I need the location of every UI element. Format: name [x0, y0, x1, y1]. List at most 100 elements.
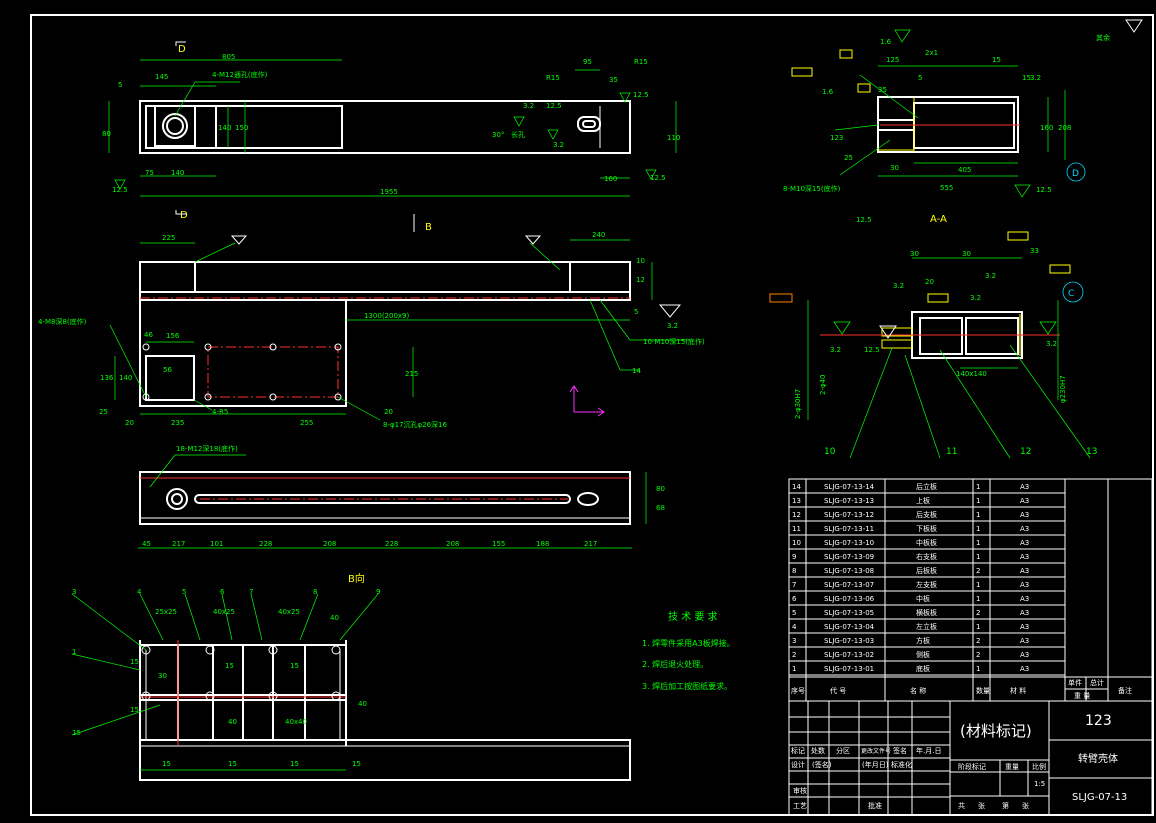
- bom-cell-qty-1: 1: [976, 665, 980, 673]
- dim-1955: 1955: [380, 188, 398, 196]
- cad-drawing: D 805 145 5 4-M12通孔(底作) 140 150 80 75 14…: [0, 0, 1156, 818]
- dim-101: 101: [210, 540, 223, 548]
- dim-80: 80: [102, 130, 111, 138]
- dim-15c: 15: [290, 662, 299, 670]
- aa-35: 35: [878, 86, 887, 94]
- circle-c: C: [1068, 289, 1074, 299]
- dim-40x25b: 40x25: [278, 608, 300, 616]
- bom-cell-mat-3: A3: [1020, 637, 1029, 645]
- c-2-phi30: 2-φ30H7: [794, 389, 802, 419]
- dim-12-5c: 12.5: [633, 91, 649, 99]
- dim-10: 10: [636, 257, 645, 265]
- dim-110: 110: [667, 134, 680, 142]
- tb-stage: 阶段标记: [958, 762, 986, 771]
- top-view: D 805 145 5 4-M12通孔(底作) 140 150 80 75 14…: [102, 41, 680, 221]
- bom-cell-name-1: 底板: [916, 664, 930, 673]
- c-2-phi40: 2-φ40: [819, 374, 827, 395]
- dim-3-2c: 3.2: [667, 322, 678, 330]
- bom-cell-name-14: 后立板: [916, 482, 937, 491]
- bom-header-code: 代 号: [830, 686, 846, 695]
- dim-20: 20: [125, 419, 134, 427]
- dim-8-phi17: 8-φ17沉孔φ26深16: [383, 420, 447, 429]
- dim-3-2a: 3.2: [523, 102, 534, 110]
- bom-cell-code-2: SLJG-07-13-02: [824, 651, 874, 659]
- aa-8-m10: 8-M10深15(底作): [783, 184, 841, 193]
- bom-header-mat: 材 料: [1010, 686, 1026, 695]
- bom-cell-code-9: SLJG-07-13-09: [824, 553, 874, 561]
- tb-change: 更改文件号: [861, 747, 891, 755]
- dim-75: 75: [145, 169, 154, 177]
- aa-405: 405: [958, 166, 971, 174]
- bom-cell-code-3: SLJG-07-13-03: [824, 637, 874, 645]
- aa-12-5a: 12.5: [856, 216, 872, 224]
- dim-40b: 40: [228, 718, 237, 726]
- dim-4m12: 4-M12通孔(底作): [212, 70, 268, 79]
- bom-cell-code-8: SLJG-07-13-08: [824, 567, 874, 575]
- b-view: B向 3 1 15 4 5 6 7 8 9 25x25 40x25 40x25 …: [71, 572, 631, 781]
- tb-approve: 批准: [868, 801, 882, 810]
- bom-cell-no-1: 1: [792, 665, 796, 673]
- bom-cell-code-11: SLJG-07-13-11: [824, 525, 874, 533]
- bom-cell-code-1: SLJG-07-13-01: [824, 665, 874, 673]
- bom-cell-mat-4: A3: [1020, 623, 1029, 631]
- dim-4r5: 4-R5: [212, 408, 228, 416]
- bom-cell-mat-14: A3: [1020, 483, 1029, 491]
- dim-25x25: 25x25: [155, 608, 177, 616]
- dim-40x40: 40x40: [285, 718, 307, 726]
- part-name: 转臂壳体: [1078, 752, 1118, 765]
- view-b-mark: B: [425, 222, 432, 233]
- strip-view: 18-M12深18(底作) 45 217 101 228 208 228 208…: [138, 444, 665, 549]
- title-block: (材料标记) 123 转臂壳体 SLJG-07-13 1:5 标记 处数 分区 …: [788, 700, 1153, 816]
- bom-cell-qty-4: 1: [976, 623, 980, 631]
- view-d-label-top: D: [178, 44, 186, 55]
- c-part-13: 13: [1086, 447, 1097, 457]
- aa-555: 555: [940, 184, 953, 192]
- dim-12-5: 12.5: [112, 186, 128, 194]
- c-33: 33: [1030, 247, 1039, 255]
- bom-cell-mat-9: A3: [1020, 553, 1029, 561]
- aa-25: 25: [844, 154, 853, 162]
- tb-standard: 标准化: [891, 760, 912, 769]
- dim-12: 12: [636, 276, 645, 284]
- bom-cell-name-10: 中板板: [916, 538, 937, 547]
- dim-40c: 40: [358, 700, 367, 708]
- bom-cell-qty-5: 2: [976, 609, 980, 617]
- part-2: 1: [72, 648, 76, 656]
- aa-1-6b: 1.6: [822, 88, 834, 96]
- bom-cell-name-8: 后板板: [916, 566, 937, 575]
- part-3: 3: [72, 588, 76, 596]
- bom-cell-mat-2: A3: [1020, 651, 1029, 659]
- c-phi230: φ230H7: [1059, 375, 1067, 403]
- c-part-12: 12: [1020, 447, 1031, 457]
- bom-cell-mat-6: A3: [1020, 595, 1029, 603]
- dim-145: 145: [155, 73, 168, 81]
- dim-12-5d: 12.5: [650, 174, 666, 182]
- dim-10-m10: 10-M10深15(底作): [643, 337, 705, 346]
- dim-208b: 208: [446, 540, 459, 548]
- bom-cell-qty-14: 1: [976, 483, 980, 491]
- bom-cell-qty-6: 1: [976, 595, 980, 603]
- c-3-2d: 3.2: [1046, 340, 1057, 348]
- c-3-2e: 3.2: [970, 294, 981, 302]
- bom-cell-mat-11: A3: [1020, 525, 1029, 533]
- bom-cell-no-8: 8: [792, 567, 796, 575]
- bom-cell-name-2: 侧板: [916, 650, 930, 659]
- bom-header-w2: 总计: [1090, 678, 1104, 687]
- c-part-10: 10: [824, 447, 836, 457]
- section-aa-label: A-A: [930, 214, 947, 225]
- bom-cell-name-13: 上板: [916, 496, 930, 505]
- dim-20b: 20: [384, 408, 393, 416]
- c-30b: 30: [962, 250, 971, 258]
- company-name: 123: [1085, 713, 1112, 729]
- bom-cell-mat-13: A3: [1020, 497, 1029, 505]
- bom-cell-name-11: 下板板: [916, 524, 937, 533]
- bom-cell-no-2: 2: [792, 651, 796, 659]
- c-30a: 30: [910, 250, 919, 258]
- dim-35: 35: [609, 76, 618, 84]
- tb-mark: 标记: [791, 746, 805, 755]
- bom-cell-qty-10: 1: [976, 539, 980, 547]
- drawing-svg: D 805 145 5 4-M12通孔(底作) 140 150 80 75 14…: [30, 14, 1154, 816]
- bom-cell-name-9: 右支板: [916, 552, 937, 561]
- tb-date-2: (年月日): [862, 760, 889, 769]
- corner-note: 其余: [1096, 33, 1110, 42]
